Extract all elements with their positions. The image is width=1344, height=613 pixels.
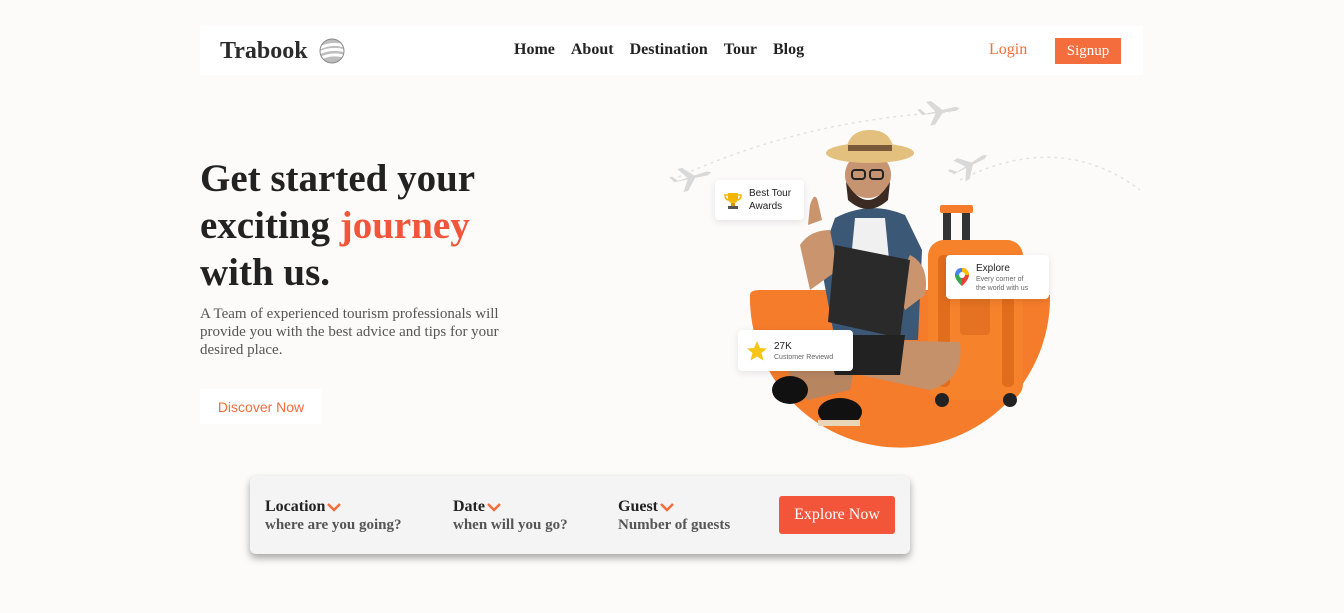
date-label: Date	[453, 498, 485, 515]
location-field[interactable]: Location where are you going?	[265, 498, 402, 534]
explore-card-sub1: Every corner of	[976, 275, 1024, 283]
hero-title-line2-prefix: exciting	[200, 204, 340, 247]
nav-about[interactable]: About	[571, 41, 614, 59]
hero-title-line1: Get started your	[200, 157, 476, 200]
explore-now-button[interactable]: Explore Now	[779, 496, 895, 534]
chevron-down-icon	[327, 503, 342, 512]
hero-title: Get started your exciting journey with u…	[200, 155, 560, 296]
hero-description: A Team of experienced tourism profession…	[200, 306, 499, 358]
nav-blog[interactable]: Blog	[773, 41, 804, 59]
globe-logo-icon	[317, 38, 346, 64]
reviews-card: 27K Customer Reviewd	[738, 330, 853, 371]
location-label: Location	[265, 498, 326, 515]
hero-graphic	[669, 101, 1141, 448]
date-field[interactable]: Date when will you go?	[453, 498, 568, 534]
reviews-count: 27K	[774, 340, 792, 352]
login-link[interactable]: Login	[989, 41, 1027, 59]
award-line2: Awards	[749, 201, 783, 212]
guest-label: Guest	[618, 498, 658, 515]
navbar: Trabook Home About Destination Tour Blog…	[200, 26, 1143, 75]
brand-name: Trabook	[220, 37, 308, 64]
search-bar: Location where are you going? Date when …	[250, 476, 910, 554]
explore-card-title: Explore	[976, 262, 1010, 274]
award-card: Best Tour Awards	[715, 180, 804, 220]
guest-placeholder: Number of guests	[618, 517, 731, 533]
award-line1: Best Tour	[749, 188, 792, 199]
brand-logo[interactable]: Trabook	[220, 36, 348, 66]
hero-title-accent: journey	[339, 204, 470, 247]
location-placeholder: where are you going?	[265, 517, 402, 533]
discover-now-button[interactable]: Discover Now	[200, 389, 322, 424]
trophy-icon	[724, 193, 742, 209]
nav-tour[interactable]: Tour	[724, 41, 757, 59]
guest-field[interactable]: Guest Number of guests	[618, 498, 730, 534]
nav-home[interactable]: Home	[514, 41, 555, 59]
nav-links: Home About Destination Tour Blog	[514, 41, 804, 59]
chevron-down-icon	[487, 503, 501, 512]
signup-button[interactable]: Signup	[1055, 38, 1121, 64]
airplane-icon	[669, 167, 712, 193]
chevron-down-icon	[660, 503, 674, 512]
hero-title-line3: with us.	[200, 251, 331, 294]
explore-card: Explore Every corner of the world with u…	[946, 255, 1049, 299]
date-placeholder: when will you go?	[453, 517, 568, 533]
map-pin-icon	[955, 268, 969, 286]
star-icon	[747, 340, 767, 360]
airplane-icon	[917, 101, 960, 126]
nav-destination[interactable]: Destination	[630, 41, 708, 59]
reviews-label: Customer Reviewd	[774, 353, 834, 361]
explore-card-sub2: the world with us	[976, 284, 1029, 292]
hero-illustration: Best Tour Awards Explore Every corner of…	[660, 90, 1150, 455]
